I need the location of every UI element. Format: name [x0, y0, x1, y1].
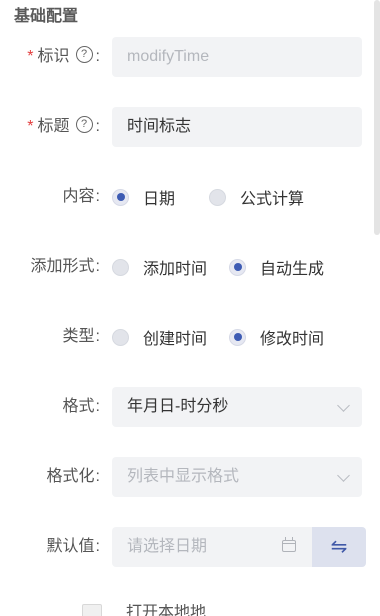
type-label: 类型 — [62, 328, 95, 345]
add-form-radio-group: 添加时间 自动生成 — [112, 247, 324, 287]
identifier-field: modifyTime — [112, 37, 362, 77]
chevron-down-icon — [337, 469, 350, 482]
calendar-icon — [282, 537, 296, 552]
formatting-select[interactable]: 列表中显示格式 — [112, 457, 362, 497]
type-label-wrap: 类型: — [63, 317, 100, 357]
type-radio-group: 创建时间 修改时间 — [112, 317, 324, 357]
default-value-date-picker[interactable]: 请选择日期 — [112, 527, 312, 567]
radio-unchecked-icon — [112, 328, 129, 346]
radio-label: 添加时间 — [143, 261, 208, 278]
default-value-label-wrap: 默认值: — [47, 527, 100, 567]
content-label: 内容 — [62, 188, 95, 205]
identifier-row: * 标识?: modifyTime — [0, 37, 372, 77]
add-form-row: 添加形式: 添加时间 自动生成 — [0, 247, 372, 287]
radio-checked-icon — [229, 328, 247, 346]
radio-label: 创建时间 — [143, 331, 208, 348]
default-value-row: 默认值: 请选择日期 ⇋ — [0, 527, 372, 567]
radio-label: 自动生成 — [260, 261, 325, 278]
content-label-wrap: 内容: — [63, 177, 100, 217]
add-form-label-wrap: 添加形式: — [31, 247, 100, 287]
formatting-select-placeholder: 列表中显示格式 — [127, 468, 240, 485]
chevron-down-icon — [337, 399, 350, 412]
question-circle-icon[interactable]: ? — [75, 116, 93, 134]
required-asterisk: * — [27, 118, 34, 135]
radio-unchecked-icon — [112, 258, 129, 276]
content-radio-date[interactable]: 日期 — [112, 185, 175, 209]
default-value-label: 默认值 — [46, 538, 95, 555]
add-form-label: 添加形式 — [30, 258, 95, 275]
format-label-wrap: 格式: — [63, 387, 100, 427]
checkbox-label: 打开本地地 — [126, 604, 207, 616]
question-circle-icon[interactable]: ? — [75, 46, 93, 64]
type-radio-create-time[interactable]: 创建时间 — [112, 325, 207, 349]
title-row: * 标题?: 时间标志 — [0, 107, 372, 147]
content-radio-formula[interactable]: 公式计算 — [209, 185, 304, 209]
partial-checkbox-item[interactable]: 打开本地地 — [82, 604, 206, 616]
colon: : — [95, 48, 100, 65]
scrollbar[interactable] — [374, 0, 380, 235]
formatting-label-wrap: 格式化: — [47, 457, 100, 497]
colon: : — [95, 118, 100, 135]
formatting-label: 格式化 — [46, 468, 95, 485]
section-title: 基础配置 — [14, 8, 79, 25]
identifier-label: 标识 — [37, 48, 70, 65]
swap-button[interactable]: ⇋ — [312, 527, 366, 567]
radio-checked-icon — [112, 188, 129, 206]
add-form-radio-auto[interactable]: 自动生成 — [229, 255, 324, 279]
colon: : — [95, 468, 100, 485]
colon: : — [95, 188, 100, 205]
formatting-row: 格式化: 列表中显示格式 — [0, 457, 372, 497]
format-row: 格式: 年月日-时分秒 — [0, 387, 372, 427]
radio-checked-icon — [229, 258, 247, 276]
radio-label: 日期 — [143, 191, 176, 208]
radio-label: 公式计算 — [240, 191, 305, 208]
checkbox-icon — [82, 604, 102, 616]
format-label: 格式 — [62, 398, 95, 415]
radio-unchecked-icon — [209, 188, 227, 206]
title-label: 标题 — [37, 118, 70, 135]
format-select-value: 年月日-时分秒 — [127, 398, 229, 415]
identifier-label-wrap: * 标识?: — [27, 37, 100, 77]
swap-icon: ⇋ — [330, 536, 348, 558]
content-row: 内容: 日期 公式计算 — [0, 177, 372, 217]
colon: : — [95, 258, 100, 275]
content-radio-group: 日期 公式计算 — [112, 177, 304, 217]
required-asterisk: * — [27, 48, 34, 65]
colon: : — [95, 398, 100, 415]
title-input[interactable]: 时间标志 — [112, 107, 362, 147]
add-form-radio-add-time[interactable]: 添加时间 — [112, 255, 207, 279]
colon: : — [95, 538, 100, 555]
colon: : — [95, 328, 100, 345]
type-radio-modify-time[interactable]: 修改时间 — [229, 325, 324, 349]
date-picker-placeholder: 请选择日期 — [127, 538, 208, 555]
format-select[interactable]: 年月日-时分秒 — [112, 387, 362, 427]
type-row: 类型: 创建时间 修改时间 — [0, 317, 372, 357]
radio-label: 修改时间 — [260, 331, 325, 348]
title-label-wrap: * 标题?: — [27, 107, 100, 147]
